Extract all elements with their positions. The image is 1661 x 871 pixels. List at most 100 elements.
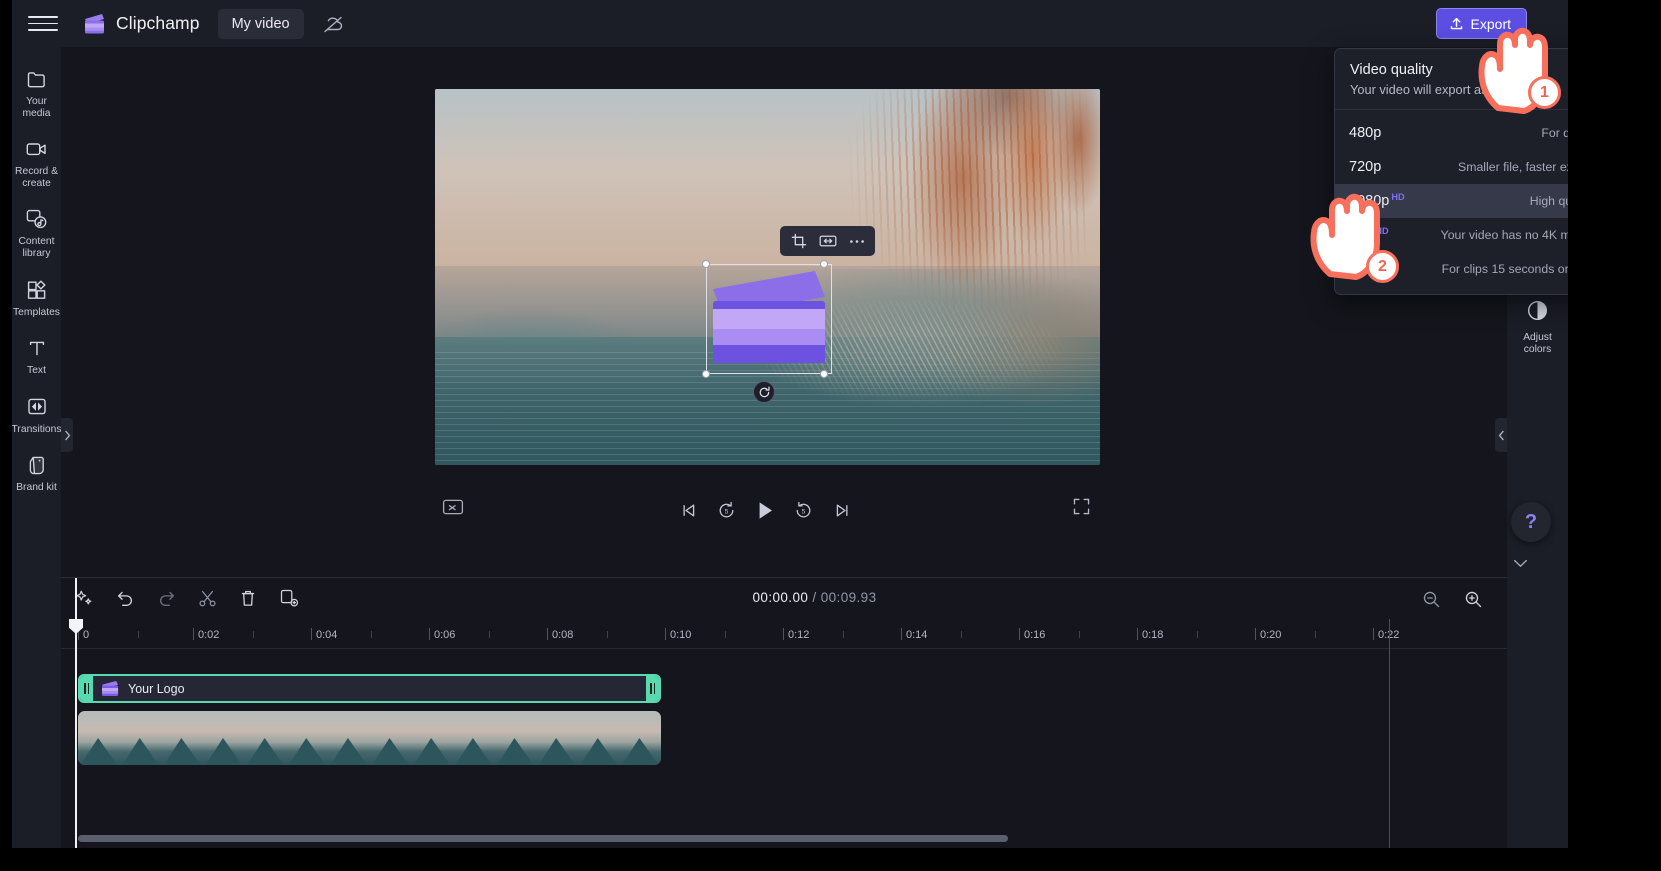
sidebar-label: Content library <box>18 236 55 259</box>
clipchamp-editor: Clipchamp My video Export Your media Rec… <box>0 0 1661 871</box>
transitions-icon <box>25 395 49 419</box>
sidebar-item-templates[interactable]: Templates <box>12 270 61 325</box>
timeline-ruler[interactable]: 0 0:02 0:04 0:06 0:08 0:10 0:12 0:14 0:1… <box>61 619 1568 649</box>
ruler-label: 0:06 <box>434 629 456 641</box>
sidebar-item-record-create[interactable]: Record & create <box>12 129 61 195</box>
clip-trim-right[interactable] <box>646 676 659 701</box>
timeline-marker <box>1389 619 1390 849</box>
export-button[interactable]: Export <box>1435 8 1527 39</box>
sidebar-item-text[interactable]: Text <box>12 328 61 383</box>
clip-thumbnail-icon <box>101 680 120 697</box>
captions-off-icon[interactable] <box>441 497 467 523</box>
chevron-down-icon <box>1513 559 1527 567</box>
time-display: 00:00.00 / 00:09.93 <box>61 590 1568 605</box>
ruler-label: 0 <box>83 629 90 641</box>
forward-5-icon: 5 <box>796 501 811 517</box>
option-label: 720p <box>1349 159 1382 175</box>
templates-grid-icon <box>25 278 49 302</box>
sidebar-item-content-library[interactable]: Content library <box>12 199 61 265</box>
more-dots-icon <box>849 239 864 243</box>
crop-icon <box>791 233 806 249</box>
letterbox-bottom <box>0 848 1661 871</box>
ruler-label: 0:20 <box>1260 629 1282 641</box>
ruler-label: 0:10 <box>670 629 692 641</box>
more-button[interactable] <box>844 230 870 252</box>
collapse-toolbar-button[interactable] <box>1504 552 1536 574</box>
clip-name: Your Logo <box>128 681 185 696</box>
hamburger-menu-icon[interactable] <box>28 12 58 36</box>
zoom-in-button[interactable] <box>1462 587 1484 611</box>
video-filmstrip <box>78 711 661 765</box>
forward-5-button[interactable]: 5 <box>791 497 817 523</box>
svg-text:5: 5 <box>725 508 729 515</box>
clipchamp-logo-icon <box>82 12 107 35</box>
resize-handle-tl[interactable] <box>702 260 710 268</box>
callout-number: 2 <box>1378 257 1387 275</box>
total-duration: 00:09.93 <box>820 590 877 605</box>
video-camera-icon <box>25 137 49 161</box>
help-button[interactable]: ? <box>1511 502 1551 542</box>
crop-button[interactable] <box>786 230 812 252</box>
collapse-right-panel-button[interactable] <box>1495 418 1507 452</box>
brand-kit-icon <box>25 453 49 477</box>
clip-trim-left[interactable] <box>80 676 93 701</box>
rewind-5-button[interactable]: 5 <box>714 497 740 523</box>
selection-box <box>706 264 832 374</box>
timeline-tracks: Your Logo <box>61 649 1568 849</box>
timeline: 00:00.00 / 00:09.93 0 0:02 0:04 0:06 0:0… <box>61 577 1568 849</box>
cloud-off-icon[interactable] <box>318 9 348 39</box>
play-icon <box>759 501 772 519</box>
help-label: ? <box>1524 510 1538 533</box>
selection-toolbar <box>780 226 875 256</box>
sidebar-label: Adjust colors <box>1523 332 1552 355</box>
option-label: 1080p <box>1349 193 1390 209</box>
fullscreen-button[interactable] <box>1072 497 1098 523</box>
table-row[interactable] <box>78 711 661 765</box>
dropdown-title: Video quality <box>1350 62 1433 78</box>
chevron-left-icon <box>1498 430 1504 440</box>
resize-handle-bl[interactable] <box>702 370 710 378</box>
sidebar-item-transitions[interactable]: Transitions <box>11 387 62 442</box>
resize-handle-br[interactable] <box>820 370 828 378</box>
sidebar-label: Your media <box>22 96 51 119</box>
folder-icon <box>25 67 49 91</box>
option-label: 4K <box>1349 227 1367 243</box>
contrast-circle-icon <box>1526 299 1549 327</box>
current-time: 00:00.00 <box>752 590 809 605</box>
sidebar-label: Record & create <box>15 166 58 189</box>
sidebar-label: Transitions <box>11 423 62 435</box>
export-button-label: Export <box>1470 15 1511 32</box>
play-button[interactable] <box>752 497 778 523</box>
zoom-in-icon <box>1465 591 1481 607</box>
time-separator: / <box>812 590 817 605</box>
table-row[interactable]: Your Logo <box>78 674 661 703</box>
sidebar-label: Templates <box>13 306 60 318</box>
project-name-field[interactable]: My video <box>217 8 304 39</box>
sidebar-label: Text <box>27 365 46 377</box>
skip-start-button[interactable] <box>675 497 701 523</box>
svg-text:5: 5 <box>802 508 806 515</box>
skip-to-start-icon <box>682 504 694 516</box>
skip-end-button[interactable] <box>829 497 855 523</box>
rotate-handle-icon[interactable] <box>753 381 775 403</box>
fit-button[interactable] <box>815 230 841 252</box>
left-sidebar: Your media Record & create Content libra… <box>11 47 62 848</box>
callout-badge-2: 2 <box>1366 250 1399 283</box>
expand-left-panel-button[interactable] <box>61 418 73 452</box>
timeline-horizontal-scrollbar[interactable] <box>78 835 1008 842</box>
resize-handle-tr[interactable] <box>820 260 828 268</box>
playhead[interactable] <box>69 578 83 849</box>
video-preview[interactable] <box>435 89 1100 465</box>
timeline-toolbar: 00:00.00 / 00:09.93 <box>61 578 1568 619</box>
ruler-label: 0:14 <box>906 629 928 641</box>
callout-badge-1: 1 <box>1528 76 1561 109</box>
zoom-out-icon <box>1423 591 1439 607</box>
text-t-icon <box>25 336 49 360</box>
sidebar-item-brand-kit[interactable]: Brand kit <box>12 445 61 500</box>
ruler-label: 0:04 <box>316 629 338 641</box>
ruler-label: 0:18 <box>1142 629 1164 641</box>
option-tag: HD <box>1391 192 1405 202</box>
fullscreen-icon <box>1073 498 1090 515</box>
sidebar-item-your-media[interactable]: Your media <box>12 59 61 125</box>
zoom-out-button[interactable] <box>1420 587 1442 611</box>
